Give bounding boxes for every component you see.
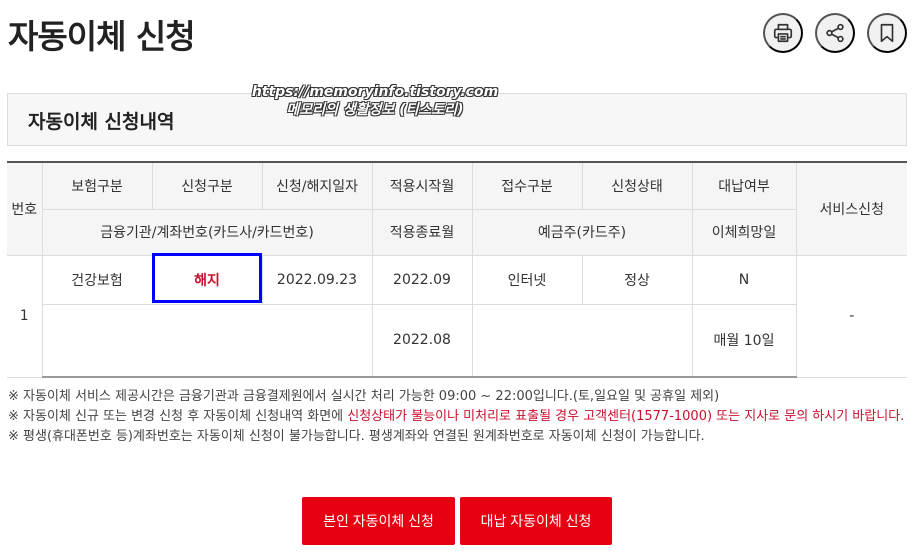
header-no: 번호 [7,161,43,256]
notice-status-highlight: 신청상태가 불능이나 미처리로 표출될 경우 고객센터(1577-1000) 또… [347,409,905,424]
cell-receipt-type: 인터넷 [471,254,583,305]
notice-status-prefix: ※ 자동이체 신규 또는 변경 신청 후 자동이체 신청내역 화면에 [8,409,348,424]
cell-request-type: 해지 [151,254,263,305]
cell-status: 정상 [581,254,693,305]
watermark: https://memoryinfo.tistory.com 메모리의 생활정보… [250,83,500,119]
watermark-url: https://memoryinfo.tistory.com [251,84,499,100]
header-start-month: 적용시작월 [371,161,473,210]
notice-service-hours: ※ 자동이체 서비스 제공시간은 금융기관과 금융결제원에서 실시간 처리 가능… [8,389,720,404]
header-transfer-day: 이체희망일 [691,208,796,256]
share-button[interactable] [815,13,855,53]
notice-lifetime-account: ※ 평생(휴대폰번호 등)계좌번호는 자동이체 신청이 불가능합니다. 평생계좌… [8,429,705,444]
request-type-value: 해지 [194,272,220,289]
section-title: 자동이체 신청내역 [28,111,175,133]
cell-transfer-day: 매월 10일 [691,303,796,378]
header-account-holder: 예금주(카드주) [471,208,693,256]
header-service: 서비스신청 [795,161,907,256]
cell-service: - [795,254,907,378]
header-row-1: 번호 보험구분 신청구분 신청/해지일자 적용시작월 접수구분 신청상태 대납여… [7,161,907,256]
notice-status-inquiry: ※ 자동이체 신규 또는 변경 신청 후 자동이체 신청내역 화면에 신청상태가… [8,407,913,427]
header-insurance-type: 보험구분 [41,161,153,210]
header-proxy-payment: 대납여부 [691,161,797,210]
table-row: 1 건강보험 해지 2022.09.23 2022.09 인터넷 정상 N - [7,254,907,378]
header-request-date: 신청/해지일자 [261,161,373,210]
page-title: 자동이체 신청 [8,17,196,56]
header-row-2: 금융기관/계좌번호(카드사/카드번호) 적용종료월 예금주(카드주) 이체희망일 [7,208,907,256]
bookmark-icon [880,23,894,43]
header-bank-account: 금융기관/계좌번호(카드사/카드번호) [42,208,373,256]
header-end-month: 적용종료월 [371,208,473,256]
cell-request-date: 2022.09.23 [261,254,373,305]
cell-end-month: 2022.08 [371,303,473,378]
printer-icon [773,23,793,43]
header-status: 신청상태 [581,161,693,210]
header-request-type: 신청구분 [151,161,263,210]
cell-account-holder [471,303,693,378]
share-icon [826,23,844,43]
proxy-auto-transfer-button[interactable]: 대납 자동이체 신청 [460,497,612,545]
notice-list: ※ 자동이체 서비스 제공시간은 금융기관과 금융결제원에서 실시간 처리 가능… [8,387,913,447]
print-button[interactable] [763,13,803,53]
self-auto-transfer-button[interactable]: 본인 자동이체 신청 [302,497,455,545]
cell-insurance-type: 건강보험 [41,254,153,305]
cell-start-month: 2022.09 [371,254,473,305]
cell-proxy-payment: N [691,254,797,305]
auto-transfer-table: 번호 보험구분 신청구분 신청/해지일자 적용시작월 접수구분 신청상태 대납여… [7,161,907,378]
watermark-text: 메모리의 생활정보 (티스토리) [286,102,464,118]
header-receipt-type: 접수구분 [471,161,583,210]
cell-bank-account [42,303,373,378]
cell-no: 1 [7,254,43,378]
bookmark-button[interactable] [867,13,907,53]
table-row: 2022.08 매월 10일 [7,303,907,378]
